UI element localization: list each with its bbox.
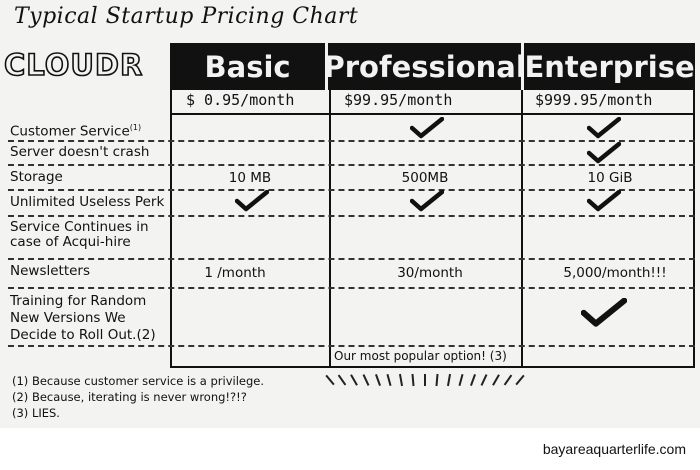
basic-newsletters: 1 /month — [204, 265, 266, 281]
plan-professional-price: $99.95/month — [344, 91, 453, 109]
plan-header-row: Basic Professional Enterprise — [170, 43, 695, 90]
row-divider — [8, 164, 695, 166]
grid-line — [170, 113, 695, 115]
footnote-2: (2) Because, iterating is never wrong!?!… — [12, 390, 247, 404]
row-divider — [8, 258, 695, 260]
grid-line — [170, 366, 695, 368]
ray-stroke — [424, 374, 426, 386]
row-divider — [8, 215, 695, 217]
page-title: Typical Startup Pricing Chart — [14, 4, 359, 29]
grid-line — [329, 90, 331, 368]
plan-basic-name: Basic — [170, 43, 329, 90]
plan-enterprise-price: $999.95/month — [535, 91, 653, 109]
feature-label-server-doesnt-crash: Server doesn't crash — [10, 144, 150, 160]
popular-option-note: Our most popular option! (3) — [334, 349, 507, 363]
enterprise-newsletters: 5,000/month!!! — [563, 265, 667, 281]
feature-label-customer-service: Customer Service(1) — [10, 123, 142, 140]
feature-label-newsletters: Newsletters — [10, 263, 91, 279]
plan-professional-name: Professional — [323, 43, 526, 90]
row-divider — [8, 345, 695, 347]
row-divider — [8, 287, 695, 289]
basic-storage: 10 MB — [228, 170, 272, 186]
checkmark-icon — [410, 117, 444, 139]
site-url: bayareaquarterlife.com — [542, 441, 686, 457]
grid-line — [170, 90, 172, 368]
checkmark-icon — [587, 117, 621, 139]
checkmark-icon — [581, 298, 627, 328]
footnote-1: (1) Because customer service is a privil… — [12, 374, 265, 388]
footnote-3: (3) LIES. — [12, 406, 60, 420]
checkmark-icon — [587, 190, 621, 212]
feature-label-unlimited-perk: Unlimited Useless Perk — [10, 194, 165, 210]
grid-line — [693, 90, 695, 368]
feature-label-acqui-hire: Service Continues in case of Acqui-hire — [10, 219, 149, 250]
professional-newsletters: 30/month — [397, 265, 463, 281]
enterprise-storage: 10 GiB — [587, 170, 633, 186]
checkmark-icon — [410, 190, 444, 212]
feature-label-storage: Storage — [10, 169, 63, 185]
feature-label-training: Training for Random New Versions We Deci… — [10, 293, 156, 343]
checkmark-icon — [235, 190, 269, 212]
checkmark-icon — [587, 142, 621, 164]
plan-enterprise-name: Enterprise — [524, 49, 695, 84]
grid-line — [521, 90, 523, 368]
logo: CLOUDR — [3, 47, 144, 83]
plan-basic-price: $ 0.95/month — [186, 91, 295, 109]
professional-storage: 500MB — [401, 170, 449, 186]
